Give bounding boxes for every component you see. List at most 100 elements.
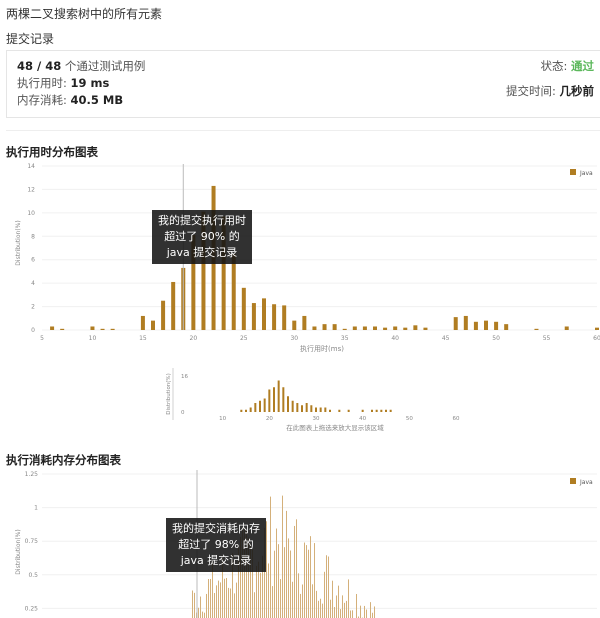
- memory-bar: [210, 578, 211, 618]
- runtime-bar[interactable]: [564, 326, 569, 330]
- brush-bar: [305, 403, 308, 412]
- memory-bar: [324, 571, 325, 618]
- brush-bar: [329, 409, 331, 412]
- memory-y-tick-label: 1: [34, 505, 38, 512]
- memory-bar: [356, 593, 357, 618]
- runtime-bar[interactable]: [373, 326, 377, 330]
- brush-bar: [287, 396, 289, 412]
- brush-bar: [347, 409, 350, 412]
- runtime-bar[interactable]: [302, 315, 307, 330]
- brush-frame: [172, 368, 174, 420]
- runtime-tooltip-line-2: 超过了 90% 的: [164, 230, 240, 243]
- runtime-bar[interactable]: [362, 326, 367, 330]
- runtime-bar[interactable]: [90, 326, 95, 330]
- memory-bar: [204, 612, 205, 618]
- runtime-bar[interactable]: [282, 305, 287, 330]
- brush-bar: [240, 409, 243, 412]
- memory-bar: [342, 595, 343, 618]
- runtime-bar[interactable]: [484, 320, 488, 330]
- memory-tooltip-line-2: 超过了 98% 的: [178, 538, 254, 551]
- runtime-bar[interactable]: [60, 328, 65, 330]
- brush-bar: [315, 407, 317, 412]
- runtime-bar[interactable]: [241, 287, 246, 330]
- x-tick-label: 40: [391, 335, 399, 342]
- memory-bar: [350, 610, 351, 618]
- runtime-bar[interactable]: [332, 324, 337, 330]
- runtime-bar[interactable]: [393, 326, 398, 330]
- status-row: 状态: 通过: [540, 58, 594, 74]
- runtime-bar[interactable]: [231, 253, 236, 330]
- brush-bar: [268, 389, 271, 412]
- runtime-bar[interactable]: [504, 324, 509, 330]
- memory-bar: [366, 609, 367, 618]
- runtime-bar[interactable]: [292, 320, 297, 330]
- memory-bar: [352, 610, 353, 618]
- runtime-bar[interactable]: [473, 321, 478, 330]
- brush-bar: [301, 405, 303, 412]
- memory-bar: [216, 585, 217, 618]
- memory-bar: [224, 578, 225, 618]
- runtime-bar[interactable]: [342, 328, 347, 330]
- runtime-brush-chart[interactable]: 0 16 10 20 30 40 50 60 Distribution(%) 在此图表上拖选来…: [160, 368, 460, 436]
- runtime-bar[interactable]: [140, 315, 145, 330]
- memory-bar: [236, 582, 237, 618]
- runtime-bar[interactable]: [322, 324, 327, 330]
- runtime-x-axis-label: 执行用时(ms): [300, 344, 344, 353]
- runtime-bar[interactable]: [352, 326, 357, 330]
- brush-y-tick-label: 16: [181, 374, 188, 380]
- brush-bar: [282, 387, 285, 412]
- runtime-chart[interactable]: 0 2 4 6 8 10 12 14 5 10 15 20 25 30 35 40 45 50 55 60 Distr…: [0, 158, 600, 358]
- runtime-bar[interactable]: [262, 298, 266, 330]
- runtime-row: 执行用时: 19 ms: [17, 75, 109, 91]
- y-tick-label: 14: [27, 163, 35, 170]
- memory-bar: [192, 590, 193, 618]
- memory-bar: [214, 593, 215, 618]
- brush-bar: [254, 403, 257, 412]
- runtime-bar[interactable]: [161, 300, 166, 330]
- runtime-bar[interactable]: [251, 303, 256, 330]
- x-tick-label: 20: [190, 335, 198, 342]
- brush-bar: [296, 403, 299, 412]
- runtime-bar[interactable]: [151, 320, 155, 330]
- y-tick-label: 10: [27, 210, 35, 217]
- brush-bar: [371, 409, 373, 412]
- memory-bar: [206, 593, 207, 618]
- memory-bar: [332, 580, 333, 618]
- memory-bar: [340, 609, 341, 618]
- memory-chart[interactable]: 0.25 0.5 0.75 1 1.25 Distribution(%) Java: [0, 466, 600, 618]
- memory-bar: [302, 584, 303, 618]
- runtime-bar[interactable]: [403, 327, 408, 330]
- brush-bar: [273, 387, 275, 412]
- brush-bar: [380, 409, 383, 412]
- runtime-bar[interactable]: [413, 325, 418, 330]
- memory-bar: [194, 592, 195, 618]
- x-tick-label: 35: [341, 335, 349, 342]
- memory-label: 内存消耗:: [17, 93, 67, 107]
- memory-row: 内存消耗: 40.5 MB: [17, 92, 123, 108]
- runtime-bar[interactable]: [463, 315, 468, 330]
- memory-bar: [278, 544, 279, 618]
- x-tick-label: 25: [240, 335, 248, 342]
- memory-legend-label[interactable]: Java: [579, 479, 593, 486]
- runtime-legend-label[interactable]: Java: [579, 170, 593, 177]
- status-badge[interactable]: 通过: [571, 59, 594, 73]
- brush-y-axis-label: Distribution(%): [166, 373, 172, 415]
- runtime-bar[interactable]: [453, 317, 458, 330]
- runtime-bar[interactable]: [494, 321, 499, 330]
- brush-bar: [259, 400, 261, 412]
- memory-bar: [298, 573, 299, 618]
- runtime-bar[interactable]: [272, 304, 277, 330]
- runtime-bar[interactable]: [534, 328, 539, 330]
- runtime-bar[interactable]: [383, 327, 388, 330]
- runtime-bar[interactable]: [100, 328, 105, 330]
- runtime-bar[interactable]: [595, 327, 599, 330]
- runtime-tooltip-line-1: 我的提交执行用时: [158, 214, 246, 227]
- runtime-bar[interactable]: [50, 326, 55, 330]
- runtime-bar[interactable]: [423, 327, 428, 330]
- runtime-bar[interactable]: [110, 328, 115, 330]
- y-tick-label: 0: [31, 327, 35, 334]
- x-tick-label: 15: [139, 335, 147, 342]
- runtime-bar[interactable]: [171, 281, 176, 330]
- memory-bar: [254, 592, 255, 618]
- runtime-bar[interactable]: [312, 326, 317, 330]
